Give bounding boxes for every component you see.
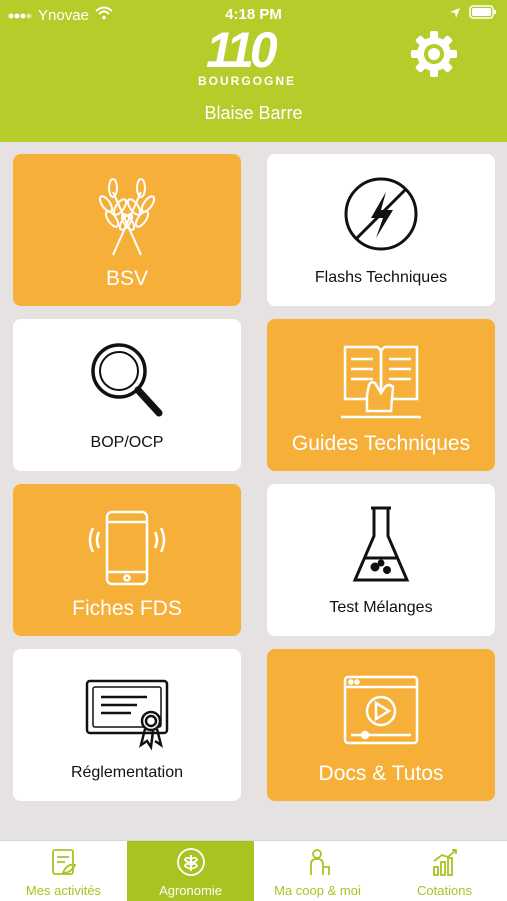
- tab-label: Mes activités: [25, 883, 102, 898]
- brand-logo: 110 BOURGOGNE: [198, 22, 297, 88]
- flask-icon: [331, 502, 431, 586]
- tab-agronomie[interactable]: Agronomie: [127, 841, 254, 901]
- status-right: [449, 5, 497, 23]
- tile-label: Test Mélanges: [329, 599, 433, 616]
- leaf-icon: [176, 847, 206, 877]
- gear-icon: [408, 31, 460, 84]
- tab-cotations[interactable]: Cotations: [381, 841, 507, 901]
- coop-icon: [303, 847, 333, 877]
- book-hand-icon: [331, 337, 431, 421]
- tile-bsv[interactable]: BSV: [13, 154, 241, 306]
- tile-guides-techniques[interactable]: Guides Techniques: [267, 319, 495, 471]
- tab-bar: Mes activités Agronomie Ma coop & moi Co…: [0, 840, 507, 901]
- chart-icon: [430, 847, 460, 877]
- lightning-circle-icon: [331, 172, 431, 256]
- app-header: Ynovae 4:18 PM 110 BOURGOGNE Blaise Barr…: [0, 0, 507, 142]
- wheat-icon: [77, 172, 177, 256]
- tile-flashs-techniques[interactable]: Flashs Techniques: [267, 154, 495, 306]
- tab-label: Ma coop & moi: [274, 883, 361, 898]
- tile-label: Guides Techniques: [291, 432, 471, 455]
- certificate-icon: [77, 667, 177, 751]
- smartphone-icon: [77, 502, 177, 586]
- tile-label: BSV: [105, 267, 149, 290]
- settings-button[interactable]: [408, 28, 460, 80]
- location-arrow-icon: [449, 6, 461, 23]
- magnifier-icon: [77, 337, 177, 421]
- tile-label: Flashs Techniques: [314, 269, 448, 286]
- battery-icon: [469, 5, 497, 23]
- tile-reglementation[interactable]: Réglementation: [13, 649, 241, 801]
- tile-label: BOP/OCP: [90, 434, 164, 451]
- tab-mes-activites[interactable]: Mes activités: [0, 841, 127, 901]
- tab-label: Cotations: [417, 883, 472, 898]
- activities-icon: [49, 847, 79, 877]
- tile-label: Réglementation: [70, 764, 184, 781]
- tab-ma-coop[interactable]: Ma coop & moi: [254, 841, 381, 901]
- tab-label: Agronomie: [159, 883, 222, 898]
- tile-docs-tutos[interactable]: Docs & Tutos: [267, 649, 495, 801]
- tile-bop-ocp[interactable]: BOP/OCP: [13, 319, 241, 471]
- video-player-icon: [331, 667, 431, 751]
- logo-number: 110: [206, 22, 278, 78]
- tile-fiches-fds[interactable]: Fiches FDS: [13, 484, 241, 636]
- logo-region: BOURGOGNE: [198, 74, 297, 88]
- user-name: Blaise Barre: [204, 103, 303, 123]
- tile-label: Fiches FDS: [72, 597, 182, 620]
- tile-label: Docs & Tutos: [318, 762, 444, 785]
- tile-test-melanges[interactable]: Test Mélanges: [267, 484, 495, 636]
